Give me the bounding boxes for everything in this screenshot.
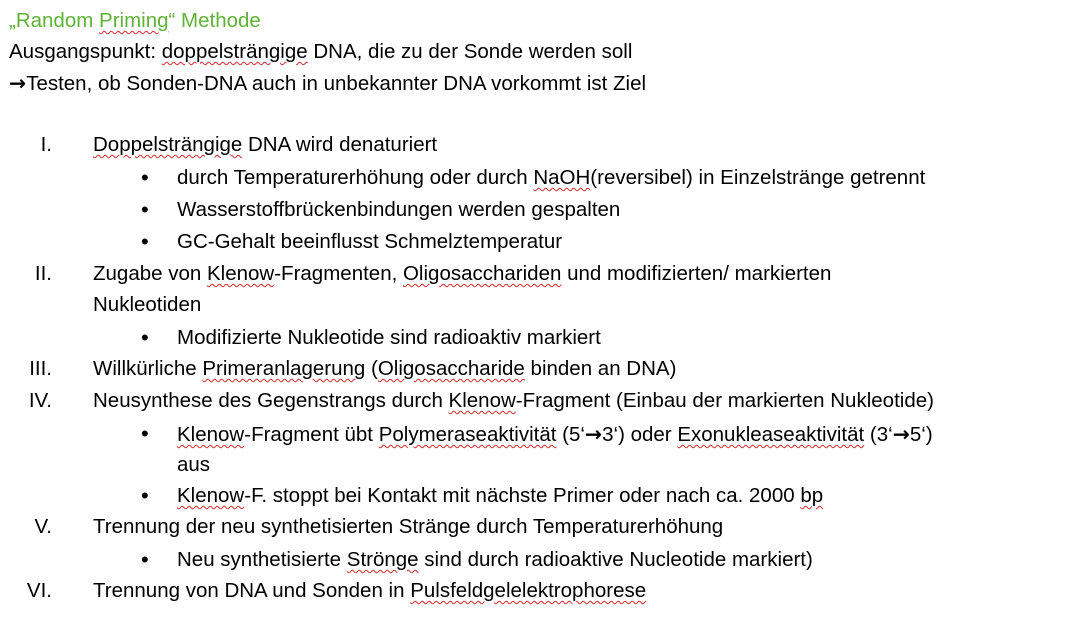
- text-run: (: [365, 357, 378, 380]
- sub-list-item: Wasserstoffbrückenbindungen werden gespa…: [177, 198, 620, 222]
- text-run: Nukleotiden: [93, 293, 202, 316]
- bullet-icon: •: [141, 229, 149, 254]
- text-run: Klenow: [177, 423, 245, 446]
- document-page: „Random Priming“ Methode Ausgangspunkt: …: [0, 0, 1073, 627]
- text-run: bp: [800, 484, 824, 507]
- sub-list-item: Modifizierte Nukleotide sind radioaktiv …: [177, 326, 601, 350]
- arrow-icon: →: [892, 422, 910, 446]
- list-number: VI.: [26, 579, 52, 602]
- text-run: Willkürliche: [93, 357, 203, 380]
- text-run: aus: [177, 453, 211, 476]
- sub-list-item: durch Temperaturerhöhung oder durch NaOH…: [177, 166, 925, 190]
- title-part: “ Methode: [168, 9, 261, 32]
- text-run: -Fragmenten,: [274, 262, 403, 285]
- text-run: Modifizierte Nukleotide sind radioaktiv …: [177, 326, 601, 349]
- sub-list-item: Klenow-Fragment übt Polymeraseaktivität …: [177, 422, 933, 447]
- bullet-icon: •: [141, 483, 149, 508]
- list-number: III.: [29, 357, 52, 380]
- document-title: „Random Priming“ Methode: [9, 9, 261, 33]
- list-item: Doppelsträngige DNA wird denaturiert: [93, 133, 437, 157]
- text-run: doppelsträngige: [161, 40, 308, 63]
- intro-line-1: Ausgangspunkt: doppelsträngige DNA, die …: [9, 40, 632, 64]
- list-number: IV.: [28, 389, 52, 412]
- text-run: Pulsfeldgelelektrophorese: [410, 579, 647, 602]
- intro-line-2: →Testen, ob Sonden-DNA auch in unbekannt…: [9, 71, 646, 96]
- list-item: Trennung von DNA und Sonden in Pulsfeldg…: [93, 579, 646, 603]
- text-run: (3‘: [864, 423, 893, 446]
- text-run: Ausgangspunkt:: [9, 40, 162, 63]
- text-run: Trennung von DNA und Sonden in: [93, 579, 411, 602]
- bullet-icon: •: [141, 547, 149, 572]
- text-run: Doppelsträngige: [93, 133, 243, 156]
- text-run: GC-Gehalt beeinflusst Schmelztemperatur: [177, 230, 563, 253]
- text-run: Polymeraseaktivität: [378, 423, 557, 446]
- list-number: I.: [40, 133, 52, 156]
- text-run: Klenow: [206, 262, 275, 285]
- text-run: Oligosaccharide: [377, 357, 525, 380]
- sub-list-item: Klenow-F. stoppt bei Kontakt mit nächste…: [177, 484, 823, 508]
- title-part: „Random: [9, 9, 100, 32]
- list-number: V.: [34, 515, 53, 538]
- text-run: DNA, die zu der Sonde werden soll: [307, 40, 633, 63]
- text-run: (reversibel) in Einzelstränge getrennt: [590, 166, 926, 189]
- text-run: Wasserstoffbrückenbindungen werden gespa…: [177, 198, 621, 221]
- text-run: Oligosacchariden: [402, 262, 562, 285]
- text-run: durch Temperaturerhöhung oder durch: [177, 166, 534, 189]
- list-item: Willkürliche Primeranlagerung (Oligosacc…: [93, 357, 676, 381]
- text-run: Zugabe von: [93, 262, 207, 285]
- text-run: Klenow: [177, 484, 245, 507]
- text-run: Primeranlagerung: [202, 357, 366, 380]
- sub-list-item-continuation: aus: [177, 453, 210, 477]
- text-run: sind durch radioaktive Nucleotide markie…: [418, 548, 813, 571]
- text-run: Strönge: [346, 548, 419, 571]
- bullet-icon: •: [141, 421, 149, 446]
- text-run: binden an DNA): [524, 357, 677, 380]
- text-run: -Fragment (Einbau der markierten Nukleot…: [515, 389, 934, 412]
- sub-list-item: Neu synthetisierte Strönge sind durch ra…: [177, 548, 813, 572]
- text-run: DNA wird denaturiert: [242, 133, 438, 156]
- list-item: Neusynthese des Gegenstrangs durch Kleno…: [93, 389, 934, 413]
- arrow-icon: →: [9, 71, 27, 95]
- text-run: Neusynthese des Gegenstrangs durch: [93, 389, 449, 412]
- bullet-icon: •: [141, 325, 149, 350]
- text-run: -F. stoppt bei Kontakt mit nächste Prime…: [244, 484, 801, 507]
- list-item-continuation: Nukleotiden: [93, 293, 201, 317]
- text-run: 5‘): [909, 423, 933, 446]
- text-run: und modifizierten/ markierten: [561, 262, 832, 285]
- sub-list-item: GC-Gehalt beeinflusst Schmelztemperatur: [177, 230, 562, 254]
- text-run: 3‘) oder: [602, 423, 678, 446]
- title-part: Priming: [99, 9, 169, 32]
- list-item: Trennung der neu synthetisierten Stränge…: [93, 515, 723, 539]
- list-item: Zugabe von Klenow-Fragmenten, Oligosacch…: [93, 262, 831, 286]
- text-run: Testen, ob Sonden-DNA auch in unbekannte…: [26, 72, 647, 95]
- arrow-icon: →: [584, 422, 603, 446]
- text-run: -Fragment übt: [244, 423, 379, 446]
- text-run: Neu synthetisierte: [177, 548, 347, 571]
- text-run: Exonukleaseaktivität: [677, 423, 865, 446]
- text-run: NaOH: [533, 166, 591, 189]
- text-run: Klenow: [448, 389, 516, 412]
- bullet-icon: •: [141, 197, 149, 222]
- text-run: Trennung der neu synthetisierten Stränge…: [93, 515, 724, 538]
- bullet-icon: •: [141, 165, 149, 190]
- text-run: (5‘: [556, 423, 585, 446]
- list-number: II.: [34, 262, 52, 285]
